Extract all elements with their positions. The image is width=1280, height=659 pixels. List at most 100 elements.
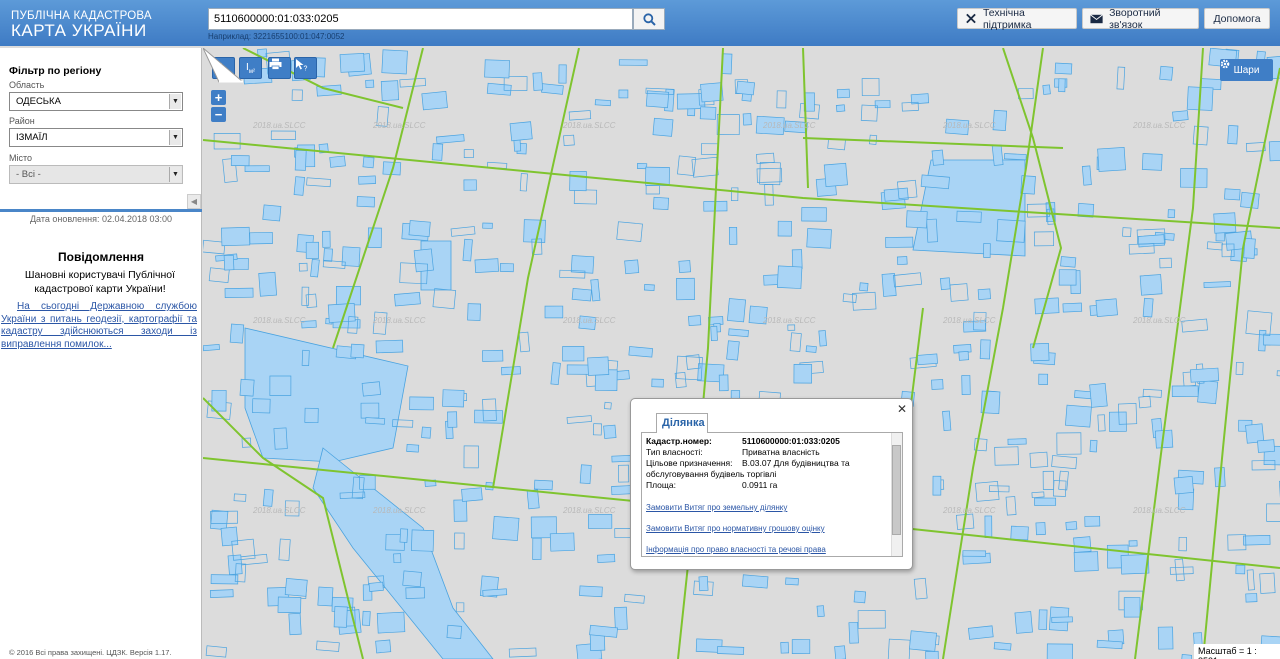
land-parcel xyxy=(652,117,674,137)
district-select[interactable]: ІЗМАЇЛ ▼ xyxy=(9,128,183,147)
land-parcel xyxy=(726,340,740,361)
land-parcel xyxy=(736,80,755,96)
land-parcel xyxy=(305,241,319,259)
land-parcel xyxy=(1007,438,1027,445)
land-parcel xyxy=(579,585,603,598)
land-parcel xyxy=(252,398,271,414)
land-parcel xyxy=(532,537,542,560)
notice-link[interactable]: На сьогодні Державною службою України з … xyxy=(1,301,197,351)
land-parcel xyxy=(474,258,499,274)
map-canvas[interactable]: 2018.ua.SLCC 2018.ua.SLCC 2018.ua.SLCC 2018… xyxy=(203,48,1280,659)
search-icon xyxy=(642,12,656,26)
land-parcel xyxy=(381,49,408,75)
land-parcel xyxy=(463,149,474,158)
land-parcel xyxy=(358,175,377,185)
land-parcel xyxy=(1095,298,1118,318)
layers-button[interactable]: Шари xyxy=(1220,59,1273,81)
land-parcel xyxy=(806,228,832,249)
land-parcel xyxy=(857,610,886,629)
land-parcel xyxy=(365,417,386,425)
region-value: ОДЕСЬКА xyxy=(16,96,61,107)
watermark-text: 2018.ua.SLCC xyxy=(762,316,816,325)
land-parcel xyxy=(1034,497,1057,506)
collapse-sidebar-button[interactable]: ◀ xyxy=(187,194,201,209)
feedback-button[interactable]: Зворотний зв'язок xyxy=(1082,7,1199,31)
land-parcel xyxy=(604,401,612,410)
land-parcel xyxy=(1042,470,1055,490)
land-parcel xyxy=(375,339,404,354)
land-parcel xyxy=(1137,234,1165,248)
header-bar: ПУБЛІЧНА КАДАСТРОВА КАРТА УКРАЇНИ 511060… xyxy=(0,0,1280,46)
land-parcel xyxy=(590,279,601,302)
land-parcel xyxy=(1167,209,1176,219)
land-parcel xyxy=(1142,297,1154,318)
land-parcel xyxy=(592,423,602,436)
land-parcel xyxy=(614,606,628,631)
land-parcel xyxy=(1178,536,1187,552)
help-button[interactable]: Допомога xyxy=(1204,8,1270,29)
search-input[interactable]: 5110600000:01:033:0205 xyxy=(208,8,633,30)
land-parcel xyxy=(624,593,645,604)
measure-area-icon: Iм² xyxy=(246,61,255,75)
search-button[interactable] xyxy=(633,8,665,30)
watermark-text: 2018.ua.SLCC xyxy=(762,121,816,130)
land-parcel xyxy=(298,262,308,272)
identify-icon: ? xyxy=(296,59,308,71)
ownership-info-link[interactable]: Інформація про право власності та речові… xyxy=(646,545,826,554)
land-parcel xyxy=(1203,281,1231,288)
land-parcel xyxy=(571,288,592,302)
land-parcel xyxy=(1109,411,1127,432)
land-parcel xyxy=(645,185,660,195)
land-parcel xyxy=(563,134,575,146)
copyright: © 2016 Всі права захищені. ЦДЗК. Версія … xyxy=(9,648,172,657)
region-select[interactable]: ОДЕСЬКА ▼ xyxy=(9,92,183,111)
land-parcel xyxy=(375,639,392,654)
field-value: Приватна власність xyxy=(742,447,820,457)
zoom-out-button[interactable]: − xyxy=(211,107,226,122)
scrollbar-thumb[interactable] xyxy=(892,445,901,535)
land-parcel xyxy=(727,298,747,323)
land-parcel xyxy=(1197,379,1219,405)
land-parcel xyxy=(1031,491,1045,499)
land-parcel xyxy=(360,402,380,419)
land-parcel xyxy=(569,170,587,192)
land-parcel xyxy=(1051,616,1073,623)
land-parcel xyxy=(339,52,365,73)
land-parcel xyxy=(1171,385,1199,397)
land-parcel xyxy=(573,189,598,205)
land-parcel xyxy=(1089,383,1108,408)
land-parcel xyxy=(956,210,982,223)
tab-parcel[interactable]: Ділянка xyxy=(656,413,708,433)
watermark-text: 2018.ua.SLCC xyxy=(1132,316,1186,325)
land-parcel xyxy=(499,263,514,273)
land-parcel xyxy=(731,187,739,202)
land-parcel xyxy=(1081,165,1092,186)
land-parcel xyxy=(717,646,745,655)
order-valuation-link[interactable]: Замовити Витяг про нормативну грошову оц… xyxy=(646,524,825,533)
land-parcel xyxy=(624,259,640,275)
land-parcel xyxy=(1181,654,1193,659)
zoom-in-button[interactable]: + xyxy=(211,90,226,105)
land-parcel xyxy=(1065,404,1092,428)
city-select[interactable]: - Всі - ▼ xyxy=(9,165,183,184)
field-label: Кадастр.номер: xyxy=(646,436,712,446)
print-button[interactable] xyxy=(268,57,291,79)
land-parcel xyxy=(1005,496,1017,516)
popup-scrollbar[interactable] xyxy=(891,433,902,556)
close-icon[interactable]: ✕ xyxy=(897,402,907,416)
land-parcel xyxy=(931,149,945,166)
order-extract-link[interactable]: Замовити Витяг про земельну ділянку xyxy=(646,503,787,512)
land-parcel xyxy=(1243,534,1271,546)
identify-button[interactable]: ? xyxy=(294,57,317,79)
land-parcel xyxy=(1245,593,1258,603)
tech-support-button[interactable]: Технічна підтримка xyxy=(957,7,1077,31)
land-parcel xyxy=(643,284,655,291)
land-parcel xyxy=(1084,515,1101,527)
land-parcel xyxy=(453,499,468,522)
logo-line2[interactable]: КАРТА УКРАЇНИ xyxy=(11,21,147,41)
land-parcel xyxy=(1052,480,1067,497)
land-parcel xyxy=(1139,274,1163,296)
watermark-text: 2018.ua.SLCC xyxy=(562,506,616,515)
land-parcel xyxy=(1096,639,1123,650)
field-label: Тип власності: xyxy=(646,447,703,457)
